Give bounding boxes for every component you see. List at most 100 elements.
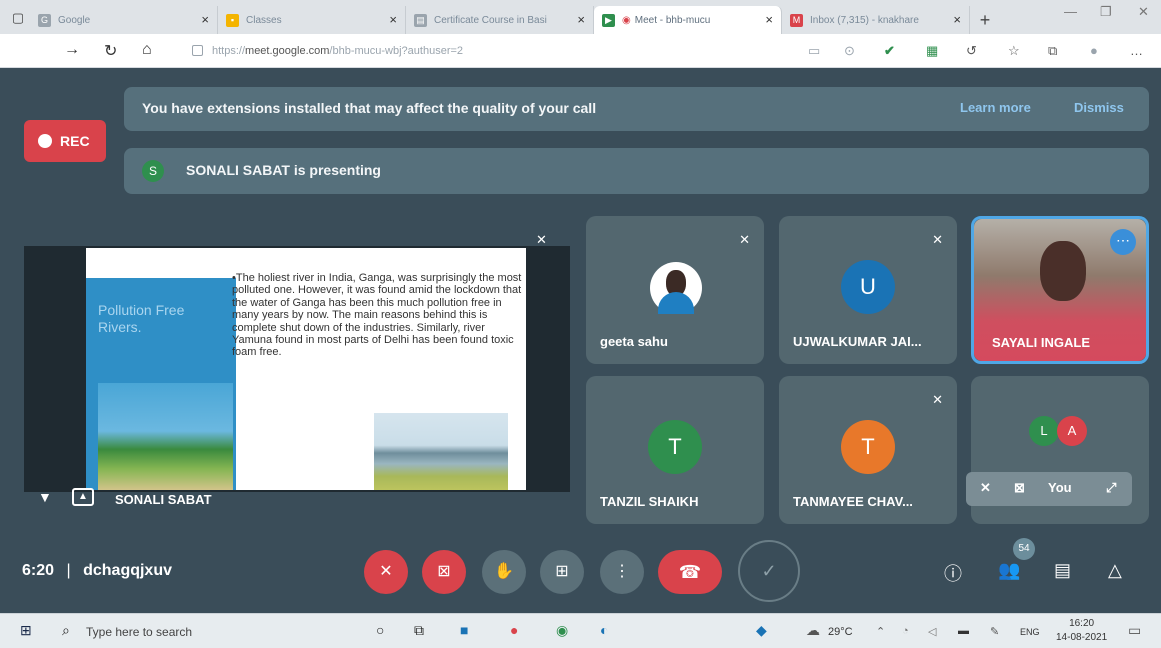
classroom-favicon-icon: ▪ — [226, 14, 239, 27]
edge-icon[interactable]: ◐ — [600, 622, 608, 638]
rec-label: REC — [60, 133, 90, 149]
participant-tile[interactable]: ✕ U UJWALKUMAR JAI... — [779, 216, 957, 364]
lock-extension-icon[interactable]: ⊙ — [844, 43, 855, 59]
taskbar-search-input[interactable]: Type here to search — [86, 625, 192, 639]
page-favicon-icon: ▤ — [414, 14, 427, 27]
close-icon[interactable]: × — [201, 12, 209, 27]
weather-icon[interactable]: ☁ — [806, 622, 820, 639]
tab-meet[interactable]: ▶ ◉ Meet - bhb-mucu × — [594, 6, 782, 34]
taskbar-clock[interactable]: 16:20 14-08-2021 — [1056, 617, 1107, 645]
close-icon[interactable]: × — [389, 12, 397, 27]
chrome-icon[interactable]: ◉ — [556, 622, 568, 639]
participant-tile-pinned[interactable]: ⋯ SAYALI INGALE — [971, 216, 1149, 364]
meet-favicon-icon: ▶ — [602, 14, 615, 27]
participant-photo — [650, 262, 702, 314]
raise-hand-button[interactable]: ✋ — [482, 550, 526, 594]
presentation-tile[interactable]: Pollution Free Rivers. •The holiest rive… — [24, 246, 570, 492]
chat-icon[interactable]: ▤ — [1054, 560, 1071, 581]
minimize-icon[interactable]: — — [1064, 4, 1077, 19]
mic-toggle-button[interactable]: ✕ — [364, 550, 408, 594]
tab-actions-icon[interactable]: ▢ — [6, 5, 30, 31]
participant-count-badge: 54 — [1013, 538, 1035, 560]
volume-icon[interactable]: ◁ — [928, 625, 936, 638]
present-now-button[interactable]: ⊞ — [540, 550, 584, 594]
camera-off-icon: ⊠ — [437, 563, 451, 580]
back-arrow-icon[interactable]: → — [64, 41, 80, 59]
tab-label: Classes — [246, 14, 282, 26]
tab-certificate-course[interactable]: ▤ Certificate Course in Basi × — [406, 6, 594, 34]
temperature: 29°C — [828, 626, 853, 638]
url-field[interactable]: https://meet.google.com/bhb-mucu-wbj?aut… — [186, 40, 786, 62]
screen: ▢ G Google × ▪ Classes × ▤ Certificate C… — [0, 0, 1161, 648]
url-host: meet.google.com — [245, 45, 330, 57]
reload-icon[interactable]: ↻ — [104, 41, 117, 61]
camera-off-icon[interactable]: ⊠ — [1014, 480, 1025, 496]
battery-icon[interactable]: ▬ — [958, 625, 969, 637]
hand-icon: ✋ — [494, 563, 514, 580]
participant-tile[interactable]: T TANZIL SHAIKH — [586, 376, 764, 524]
search-icon[interactable]: ⌕ — [62, 622, 70, 639]
close-icon[interactable]: × — [765, 12, 773, 27]
more-options-icon[interactable]: ⋯ — [1110, 229, 1136, 255]
clock-time: 16:20 — [1069, 618, 1095, 629]
self-avatar-a: A — [1057, 416, 1087, 446]
cortana-icon[interactable]: ○ — [376, 622, 384, 638]
pin-icon[interactable]: ▼ — [38, 489, 52, 505]
tab-classes[interactable]: ▪ Classes × — [218, 6, 406, 34]
activities-icon[interactable]: △ — [1108, 560, 1122, 581]
language-indicator[interactable]: ENG — [1020, 627, 1040, 637]
refresh-extension-icon[interactable]: ↺ — [966, 43, 977, 59]
restore-icon[interactable]: ❐ — [1100, 4, 1112, 20]
app-icon[interactable]: ■ — [460, 622, 468, 638]
check-icon: ✓ — [761, 561, 777, 581]
url-path: /bhb-mucu-wbj?authuser=2 — [329, 45, 464, 57]
participant-tile[interactable]: ✕ T TANMAYEE CHAV... — [779, 376, 957, 524]
extension-warning-banner: You have extensions installed that may a… — [124, 87, 1149, 131]
close-icon[interactable]: × — [953, 12, 961, 27]
lock-icon — [192, 45, 203, 56]
riverbank-photo — [374, 413, 508, 490]
self-avatar-l: L — [1029, 416, 1059, 446]
participant-tile[interactable]: ✕ geeta sahu — [586, 216, 764, 364]
hang-up-icon: ☎ — [678, 562, 702, 582]
camera-toggle-button[interactable]: ⊠ — [422, 550, 466, 594]
dismiss-link[interactable]: Dismiss — [1074, 100, 1124, 115]
checkmark-overlay-button[interactable]: ✓ — [738, 540, 800, 602]
mic-off-icon[interactable]: ✕ — [980, 480, 991, 496]
leave-call-button[interactable]: ☎ — [658, 550, 722, 594]
people-icon[interactable]: 👥 — [998, 560, 1020, 581]
profile-icon[interactable]: ● — [1090, 43, 1098, 58]
tray-chevron-icon[interactable]: ⌃ — [876, 625, 885, 638]
presentation-icon[interactable]: ▲ — [72, 488, 94, 506]
more-menu-icon[interactable]: … — [1130, 43, 1143, 58]
close-icon[interactable]: × — [577, 12, 585, 27]
task-view-icon[interactable]: ⧉ — [414, 622, 424, 639]
notifications-icon[interactable]: ▭ — [1128, 622, 1141, 639]
meeting-details-icon[interactable]: ⓘ — [944, 560, 962, 586]
recording-dot-icon: ◉ — [622, 14, 631, 26]
muted-mic-icon: ✕ — [739, 232, 750, 247]
network-icon[interactable]: ◔ — [902, 625, 909, 637]
favorites-icon[interactable]: ☆ — [1008, 43, 1020, 59]
new-tab-button[interactable]: + — [970, 6, 1000, 34]
browser-tab-strip: ▢ G Google × ▪ Classes × ▤ Certificate C… — [0, 0, 1161, 34]
tab-gmail-inbox[interactable]: M Inbox (7,315) - knakhare × — [782, 6, 970, 34]
meeting-code: dchagqjxuv — [83, 562, 172, 579]
collections-icon[interactable]: ⧉ — [1048, 43, 1057, 59]
presenting-message: SONALI SABAT is presenting — [186, 162, 381, 178]
self-controls-bar: ✕ ⊠ You ⤢ — [966, 472, 1132, 506]
close-window-icon[interactable]: ✕ — [1138, 4, 1149, 20]
you-label: You — [1048, 480, 1072, 495]
home-icon[interactable]: ⌂ — [142, 41, 152, 59]
pen-icon[interactable]: ✎ — [990, 625, 999, 638]
expand-icon[interactable]: ⤢ — [1106, 480, 1116, 496]
reader-view-icon[interactable]: ▭ — [808, 43, 820, 59]
security-icon[interactable]: ◆ — [756, 622, 767, 639]
more-options-button[interactable]: ⋮ — [600, 550, 644, 594]
powerpoint-icon[interactable]: ● — [510, 622, 518, 638]
sheets-extension-icon[interactable]: ▦ — [926, 43, 938, 59]
learn-more-link[interactable]: Learn more — [960, 100, 1031, 115]
checkmark-extension-icon[interactable]: ✔ — [884, 43, 895, 59]
windows-start-icon[interactable]: ⊞ — [20, 622, 32, 639]
tab-google[interactable]: G Google × — [30, 6, 218, 34]
